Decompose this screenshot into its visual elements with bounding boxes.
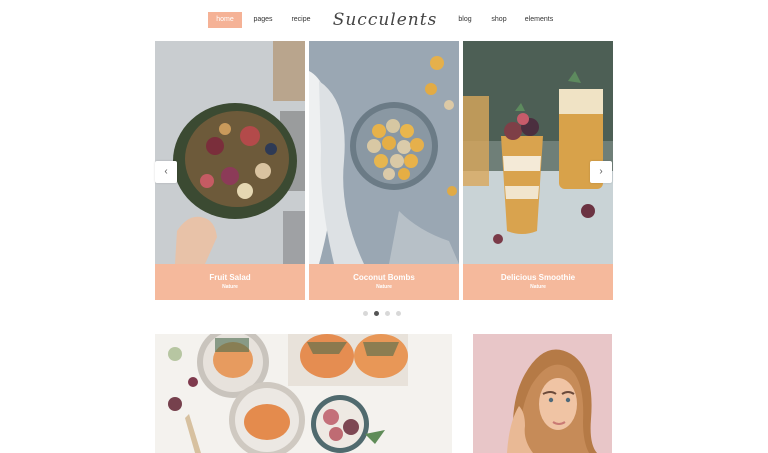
card-tag[interactable]: Nature (309, 284, 459, 290)
nav-item-home[interactable]: home (208, 12, 242, 28)
card-tag[interactable]: Nature (155, 284, 305, 290)
featured-food-image[interactable] (155, 334, 452, 453)
delicious-smoothie-caption: Delicious Smoothie Nature (463, 264, 613, 300)
nav-item-recipe[interactable]: recipe (286, 12, 316, 28)
logo-text: Succulents (332, 10, 438, 30)
fruit-salad-image (155, 41, 305, 264)
nav-item-blog[interactable]: blog (454, 12, 476, 28)
slider-prev-button[interactable]: ‹ (155, 161, 177, 183)
site-logo[interactable]: Succulents (330, 6, 440, 34)
card-title[interactable]: Coconut Bombs (309, 273, 459, 282)
slide-card-coconut-bombs[interactable]: Coconut Bombs Nature (309, 41, 459, 300)
nav-item-shop[interactable]: shop (487, 12, 511, 28)
coconut-bombs-image (309, 41, 459, 264)
chevron-right-icon: › (599, 166, 603, 177)
fruit-salad-caption: Fruit Salad Nature (155, 264, 305, 300)
chevron-left-icon: ‹ (164, 166, 168, 177)
nav-item-pages[interactable]: pages (249, 12, 277, 28)
nav-item-elements[interactable]: elements (522, 12, 556, 28)
top-navigation: home pages recipe Succulents blog shop e… (0, 0, 768, 40)
slide-card-fruit-salad[interactable]: Fruit Salad Nature (155, 41, 305, 300)
card-title[interactable]: Delicious Smoothie (463, 273, 613, 282)
recipe-slider: Fruit Salad Nature Coconut Bombs Nature … (155, 41, 613, 301)
delicious-smoothie-image (463, 41, 613, 264)
coconut-bombs-caption: Coconut Bombs Nature (309, 264, 459, 300)
pagination-dot-2[interactable] (374, 311, 379, 316)
portrait-image[interactable] (473, 334, 612, 453)
pagination-dot-1[interactable] (363, 311, 368, 316)
pagination-dot-3[interactable] (385, 311, 390, 316)
pagination-dot-4[interactable] (396, 311, 401, 316)
slider-next-button[interactable]: › (590, 161, 612, 183)
card-tag[interactable]: Nature (463, 284, 613, 290)
card-title[interactable]: Fruit Salad (155, 273, 305, 282)
